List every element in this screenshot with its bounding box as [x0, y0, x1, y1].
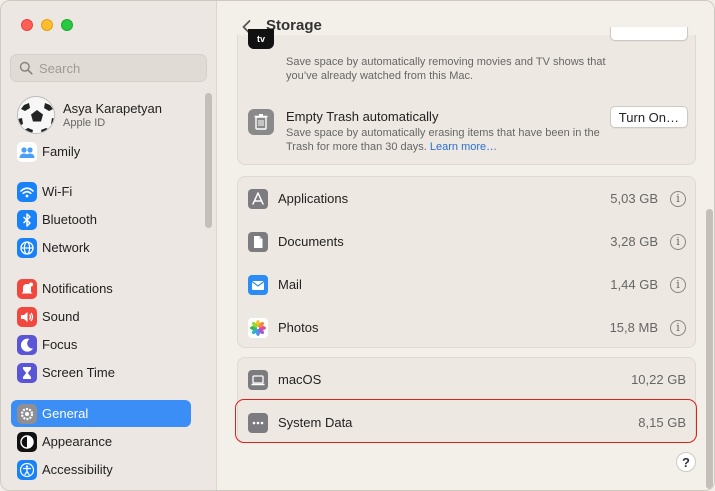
appearance-icon — [17, 431, 37, 452]
search-icon — [19, 61, 33, 75]
learn-more-link[interactable]: Learn more… — [430, 141, 497, 153]
sidebar-item-label: Sound — [42, 309, 80, 324]
sidebar-item-label: General — [42, 406, 89, 421]
laptop-icon — [248, 369, 268, 390]
family-icon — [17, 141, 37, 162]
storage-row-label: Mail — [278, 277, 302, 292]
hourglass-icon — [17, 362, 37, 383]
turn-on-button[interactable]: Turn On… — [609, 106, 688, 128]
info-icon[interactable]: i — [670, 276, 686, 293]
bluetooth-icon — [17, 209, 37, 230]
help-button[interactable]: ? — [676, 452, 696, 472]
storage-row-macos[interactable]: macOS 10,22 GB — [238, 358, 697, 401]
account-name: Asya Karapetyan — [63, 101, 163, 116]
window-controls — [21, 19, 73, 31]
sidebar-item-label: Screen Time — [42, 365, 115, 380]
sidebar-item-label: Focus — [42, 337, 78, 352]
zoom-button[interactable] — [61, 19, 73, 31]
apple-tv-icon: tv — [248, 29, 274, 49]
sidebar-item-notifications[interactable]: Notifications — [11, 275, 191, 302]
minimize-button[interactable] — [41, 19, 53, 31]
info-icon[interactable]: i — [670, 190, 686, 207]
sidebar-item-label: Bluetooth — [42, 212, 97, 227]
sidebar-item-label: Accessibility — [42, 462, 113, 477]
recommendation-title: Empty Trash automatically — [286, 109, 439, 124]
recommendations-card: tv Save space by automatically removing … — [237, 27, 696, 165]
search-input[interactable] — [39, 60, 189, 76]
sidebar-item-label: Network — [42, 240, 90, 255]
account-subtitle: Apple ID — [63, 117, 106, 129]
bell-icon — [17, 278, 37, 299]
recommendation-row: tv Save space by automatically removing … — [248, 27, 688, 85]
system-settings-window: Asya Karapetyan Apple ID Family Wi-Fi Bl… — [0, 0, 715, 491]
storage-row-documents[interactable]: Documents 3,28 GB i — [238, 220, 697, 263]
storage-row-label: Applications — [278, 191, 349, 206]
close-button[interactable] — [21, 19, 33, 31]
recommendation-row-empty-trash: Empty Trash automatically Save space by … — [248, 106, 688, 159]
speaker-icon — [17, 306, 37, 327]
accessibility-icon — [17, 459, 37, 480]
sidebar-item-general[interactable]: General — [11, 400, 191, 427]
sidebar-item-label: Notifications — [42, 281, 113, 296]
storage-categories-card: Applications 5,03 GB i Documents 3,28 GB… — [237, 176, 696, 348]
sidebar-item-appearance[interactable]: Appearance — [11, 428, 191, 455]
storage-row-photos[interactable]: Photos 15,8 MB i — [238, 306, 697, 349]
wifi-icon — [17, 181, 37, 202]
sidebar-item-network[interactable]: Network — [11, 234, 191, 261]
search-field[interactable] — [10, 54, 207, 82]
storage-row-label: macOS — [278, 372, 322, 387]
soccer-ball-icon — [18, 97, 54, 133]
storage-row-applications[interactable]: Applications 5,03 GB i — [238, 177, 697, 220]
apple-id-account[interactable]: Asya Karapetyan Apple ID — [17, 96, 162, 134]
storage-row-size: 5,03 GB — [610, 191, 658, 206]
storage-row-size: 1,44 GB — [610, 277, 658, 292]
sidebar-item-label: Appearance — [42, 434, 113, 449]
document-icon — [248, 231, 268, 252]
mail-icon — [248, 274, 268, 295]
main-pane: Storage tv Save space by automatically r… — [217, 1, 714, 490]
sidebar-item-label: Family — [42, 144, 81, 159]
storage-row-mail[interactable]: Mail 1,44 GB i — [238, 263, 697, 306]
storage-row-size: 3,28 GB — [610, 234, 658, 249]
sidebar-item-label: Wi-Fi — [42, 184, 73, 199]
storage-row-size: 15,8 MB — [609, 320, 658, 335]
recommendation-description: Save space by automatically erasing item… — [286, 126, 606, 154]
recommendation-button[interactable] — [610, 27, 688, 41]
system-data-highlight — [235, 399, 697, 443]
storage-row-size: 10,22 GB — [631, 372, 686, 387]
applications-icon — [248, 188, 268, 209]
info-icon[interactable]: i — [670, 319, 686, 336]
gear-icon — [17, 403, 37, 424]
sidebar-item-screen-time[interactable]: Screen Time — [11, 359, 191, 386]
avatar — [17, 96, 55, 134]
moon-icon — [17, 334, 37, 355]
sidebar-scrollbar[interactable] — [205, 93, 212, 228]
trash-icon — [248, 109, 274, 135]
sidebar-item-family[interactable]: Family — [11, 138, 191, 165]
sidebar-item-bluetooth[interactable]: Bluetooth — [11, 206, 191, 233]
storage-row-label: Documents — [278, 234, 344, 249]
storage-row-label: Photos — [278, 320, 319, 335]
sidebar-item-wifi[interactable]: Wi-Fi — [11, 178, 191, 205]
sidebar-item-accessibility[interactable]: Accessibility — [11, 456, 191, 483]
photos-icon — [248, 317, 268, 338]
recommendation-description: Save space by automatically removing mov… — [286, 56, 606, 82]
sidebar-item-focus[interactable]: Focus — [11, 331, 191, 358]
globe-icon — [17, 237, 37, 258]
main-scrollbar[interactable] — [706, 209, 713, 489]
info-icon[interactable]: i — [670, 233, 686, 250]
page-title: Storage — [266, 17, 322, 34]
sidebar-item-sound[interactable]: Sound — [11, 303, 191, 330]
sidebar: Asya Karapetyan Apple ID Family Wi-Fi Bl… — [1, 1, 217, 490]
